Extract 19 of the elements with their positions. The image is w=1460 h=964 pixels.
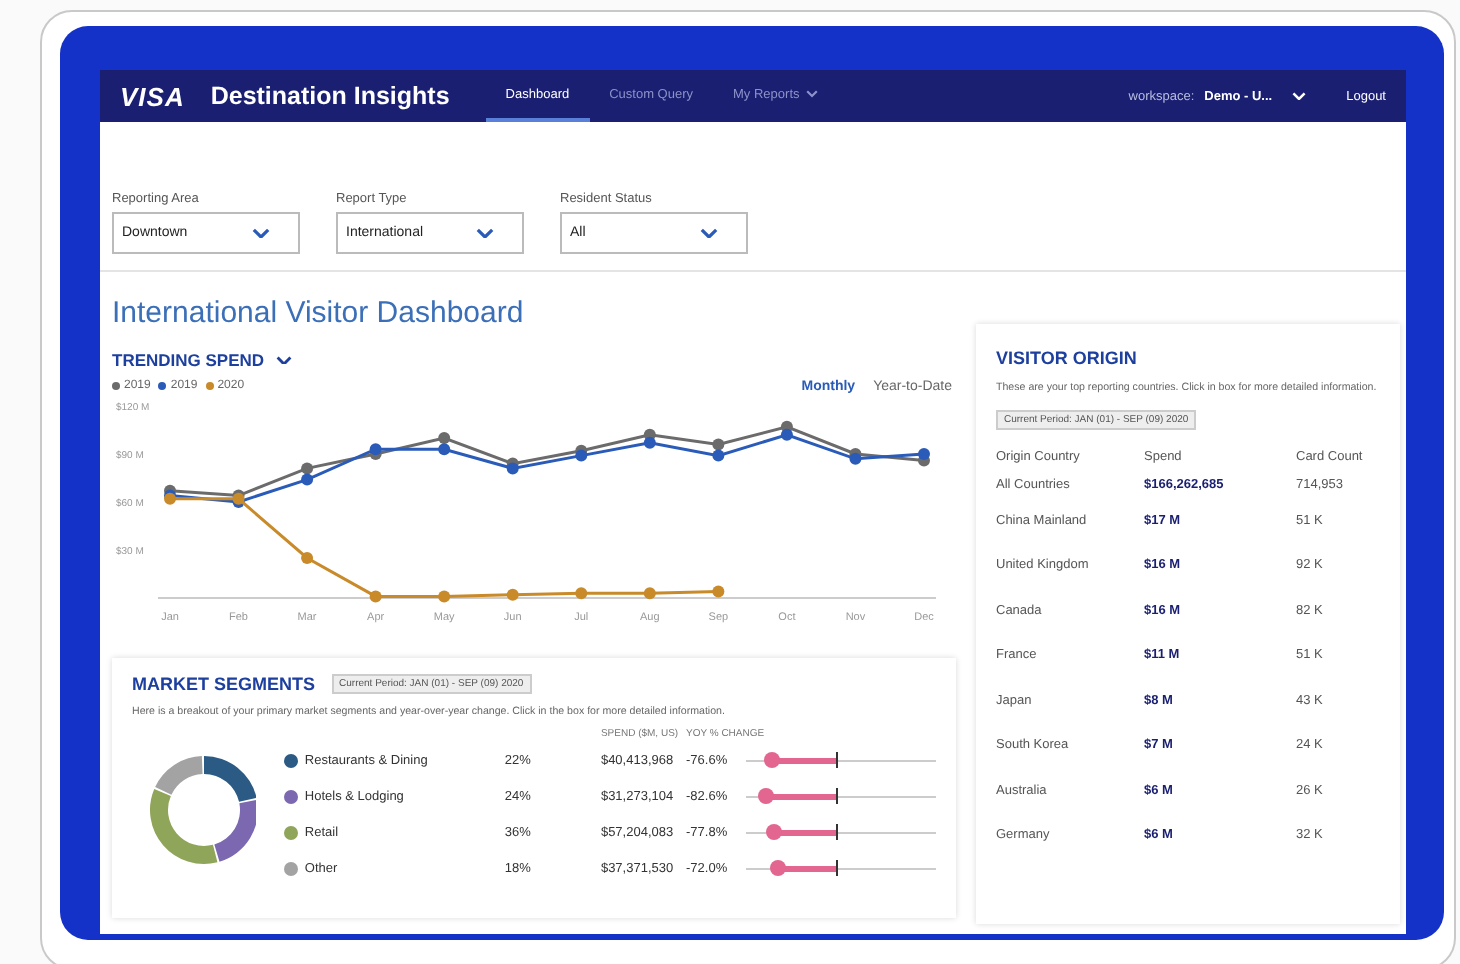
caret-icon	[476, 227, 494, 239]
donut-chart	[148, 754, 257, 866]
caret-icon	[276, 355, 293, 365]
data-point	[506, 588, 519, 601]
data-point	[643, 587, 656, 600]
data-point	[438, 590, 451, 603]
caret-icon	[252, 227, 270, 239]
section-title: TRENDING SPEND	[112, 350, 265, 370]
caret-icon	[700, 227, 718, 239]
logo: VISA	[120, 81, 185, 111]
data-point	[575, 587, 588, 600]
app-title: Destination Insights	[210, 82, 450, 110]
data-point	[301, 552, 314, 564]
section-title: MARKET SEGMENTS	[132, 674, 316, 694]
caret-icon	[1292, 91, 1307, 101]
data-point	[712, 585, 725, 598]
data-point	[369, 590, 382, 603]
page-title: International Visitor Dashboard	[112, 296, 526, 330]
section-title: VISITOR ORIGIN	[996, 348, 1139, 368]
